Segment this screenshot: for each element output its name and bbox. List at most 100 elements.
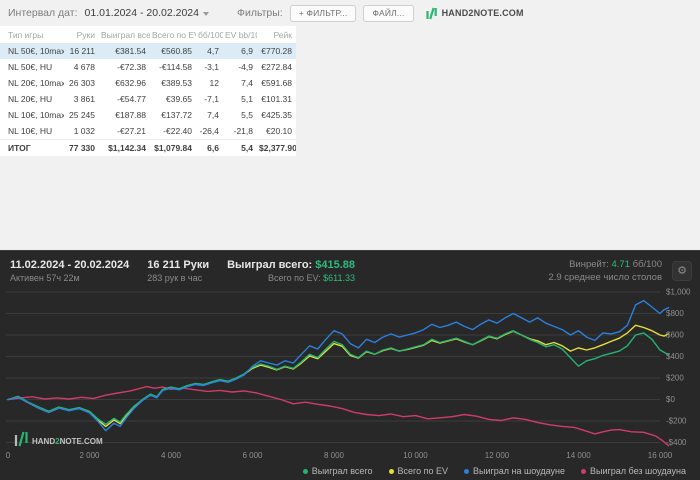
table-cell: €187.88 [115, 110, 146, 120]
table-cell: NL 50€, HU [8, 62, 53, 72]
date-interval-dropdown[interactable]: 01.01.2024 - 20.02.2024 [85, 7, 209, 19]
table-cell: €381.54 [115, 46, 146, 56]
table-row[interactable]: NL 50€, HU 4 678 -€72.38 -€114.58 -3,1 -4,9 €2… [0, 59, 296, 75]
series-line [7, 324, 670, 428]
legend-dot-icon [581, 468, 586, 474]
graph-date-range-group: 11.02.2024 - 20.02.2024 Активен 57ч 22м [10, 259, 129, 283]
table-cell: -7,1 [204, 94, 219, 104]
table-cell: -26,4 [199, 126, 219, 136]
legend-dot-icon [388, 468, 394, 474]
gear-icon[interactable]: ⚙ [672, 260, 692, 281]
y-axis-label: $1,000 [666, 288, 691, 297]
date-interval-label: Интервал дат: [8, 7, 78, 19]
legend-item[interactable]: Выиграл без шоудауна [581, 466, 686, 476]
won-total-value: $415.88 [315, 258, 356, 271]
chart-legend: Выиграл всего Всего по EV Выиграл на шоуда… [0, 462, 700, 480]
legend-item[interactable]: Выиграл на шоудауне [464, 466, 565, 476]
brand-text: HAND2NOTE.COM [441, 8, 524, 18]
table-cell: €591.68 [261, 78, 292, 88]
avg-tables: 2.9 среднее число столов [548, 271, 662, 283]
x-axis-label: 12 000 [485, 451, 510, 460]
table-cell: 6,6 [196, 139, 223, 156]
hand2note-h-icon [425, 7, 437, 19]
table-cell: €137.72 [161, 110, 192, 120]
won-total-label: Выиграл всего: [227, 258, 313, 271]
watermark-note: NOTE.COM [60, 437, 103, 446]
table-row[interactable]: NL 10€, HU 1 032 -€27.21 -€22.40 -26,4 -21,8 €… [0, 123, 296, 140]
table-cell: -€72.38 [117, 62, 146, 72]
column-header[interactable]: Всего по EV [150, 26, 196, 43]
series-line [7, 300, 670, 432]
legend-item[interactable]: Всего по EV [388, 466, 448, 476]
brand-logo[interactable]: HAND2NOTE.COM [425, 7, 524, 20]
file-button[interactable]: ФАЙЛ... [363, 4, 414, 22]
table-cell: 77 330 [64, 139, 99, 156]
table-cell: €389.53 [161, 78, 192, 88]
legend-label: Выиграл на шоудауне [473, 466, 565, 477]
winnings-group: Выиграл всего: $415.88 Всего по EV: $611… [227, 259, 355, 283]
table-row[interactable]: NL 20€, 10max 26 303 €632.96 €389.53 12 7,4 €5… [0, 75, 296, 91]
table-cell: €20.10 [266, 126, 292, 136]
table-cell: 6,9 [241, 46, 253, 56]
graph-date-range: 11.02.2024 - 20.02.2024 [10, 258, 130, 271]
y-axis-label: $200 [666, 374, 684, 383]
chart-watermark: HAND2NOTE.COM [14, 432, 103, 447]
column-header[interactable]: бб/100 [196, 26, 223, 43]
table-cell: NL 10€, 10max [8, 110, 64, 120]
game-type-stats-table: Тип игрыРукиВыиграл всегоВсего по EVбб/1… [0, 26, 296, 156]
column-header[interactable]: EV bb/100 [223, 26, 257, 43]
stats-section: Интервал дат: 01.01.2024 - 20.02.2024 Фи… [0, 0, 700, 250]
x-axis-label: 0 [6, 451, 11, 460]
table-cell: €560.85 [161, 46, 192, 56]
table-cell: 7,4 [241, 78, 253, 88]
legend-item[interactable]: Выиграл всего [302, 466, 373, 476]
hands-per-hour: 283 рук в час [147, 272, 203, 283]
column-header[interactable]: Выиграл всего [99, 26, 150, 43]
hands-count: 16 211 Руки [147, 258, 210, 271]
table-cell: -3,1 [204, 62, 219, 72]
x-axis-label: 6 000 [242, 451, 263, 460]
winnings-chart: $1,000 $800 $600 $400 $200 $0 -$200 -$400 0 2 000… [0, 288, 700, 462]
column-header[interactable]: Тип игры [0, 26, 64, 43]
table-cell: 5,4 [223, 139, 257, 156]
add-filter-button[interactable]: + ФИЛЬТР... [289, 4, 357, 22]
winnings-chart-svg: $1,000 $800 $600 $400 $200 $0 -$200 -$400 0 2 000… [6, 288, 691, 461]
column-header[interactable]: Руки [64, 26, 99, 43]
table-cell: €39.65 [166, 94, 192, 104]
table-cell: ИТОГ [0, 139, 64, 156]
y-axis-label: $400 [666, 352, 684, 361]
table-row[interactable]: NL 50€, 10max 16 211 €381.54 €560.85 4,7 6,9 €… [0, 43, 296, 59]
graph-section: 11.02.2024 - 20.02.2024 Активен 57ч 22м … [0, 250, 700, 480]
table-cell: €770.28 [261, 46, 292, 56]
table-cell: NL 50€, 10max [8, 46, 64, 56]
table-row[interactable]: NL 10€, 10max 25 245 €187.88 €137.72 7,4 5,5 €… [0, 107, 296, 123]
y-axis-label: $600 [666, 331, 684, 340]
winrate-group: Винрейт: 4.71 бб/100 2.9 среднее число с… [548, 259, 662, 283]
hands-group: 16 211 Руки 283 рук в час [147, 259, 209, 283]
table-cell: 1 032 [73, 126, 95, 136]
chevron-down-icon [202, 11, 209, 16]
y-axis-label: $800 [666, 309, 684, 318]
table-cell: €101.31 [261, 94, 292, 104]
x-axis-label: 14 000 [566, 451, 591, 460]
table-total-row[interactable]: ИТОГ 77 330 $1,142.34 $1,079.84 6,6 5,4 $2,377… [0, 139, 296, 156]
x-axis-label: 8 000 [324, 451, 345, 460]
x-axis-label: 10 000 [403, 451, 428, 460]
table-cell: $2,377.90 [257, 139, 296, 156]
table-cell: -4,9 [238, 62, 253, 72]
series-line [7, 386, 670, 447]
y-axis-label: $0 [666, 395, 675, 404]
table-cell: €425.35 [261, 110, 292, 120]
column-header[interactable]: Рейк [257, 26, 296, 43]
table-cell: 4,7 [207, 46, 219, 56]
x-axis-label: 2 000 [79, 451, 100, 460]
table-row[interactable]: NL 20€, HU 3 861 -€54.77 €39.65 -7,1 5,1 €101.… [0, 91, 296, 107]
table-cell: 16 211 [69, 46, 95, 56]
table-cell: 4 678 [73, 62, 95, 72]
table-cell: NL 10€, HU [8, 126, 53, 136]
winrate-value: 4.71 [611, 258, 630, 270]
x-axis-label: 4 000 [161, 451, 182, 460]
filters-label: Фильтры: [236, 7, 283, 19]
watermark-hand: HAND [32, 437, 55, 446]
table-cell: 3 861 [73, 94, 95, 104]
